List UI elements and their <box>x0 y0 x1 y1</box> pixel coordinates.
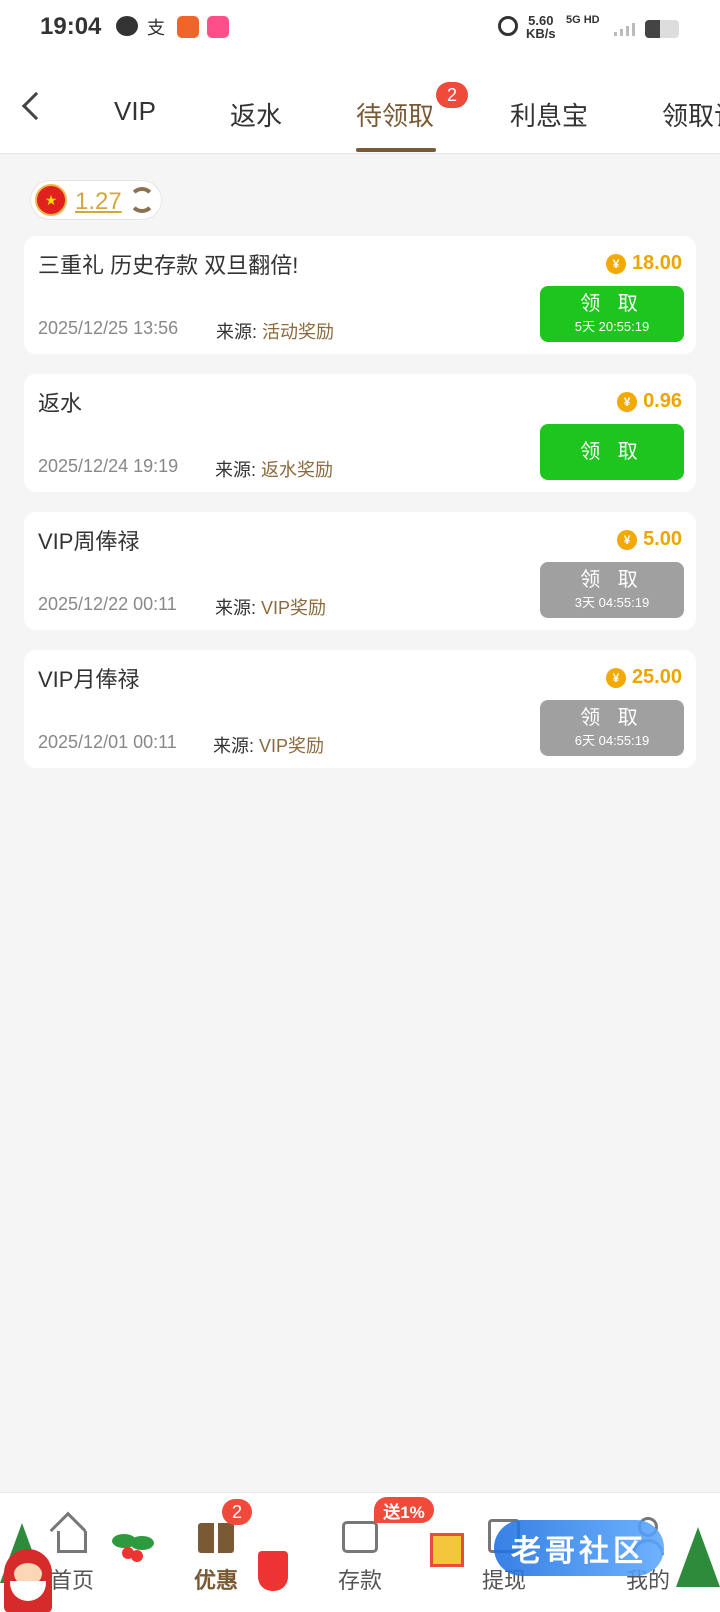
coin-icon: ¥ <box>617 391 638 412</box>
claim-countdown: 5天 20:55:19 <box>574 319 650 334</box>
reward-source-label: 来源: <box>213 736 255 756</box>
watermark-logo: 老哥社区 <box>494 1520 664 1576</box>
reward-card: 返水 ¥ 0.96 2025/12/24 19:19 来源: 返水奖励 领 取 <box>24 374 696 492</box>
reward-source-label: 来源: <box>216 322 258 342</box>
reward-date: 2025/12/22 00:11 <box>38 594 177 614</box>
coin-icon: ¥ <box>605 253 626 274</box>
reward-title: 返水 <box>38 391 83 416</box>
nav-deposit[interactable]: 存款 <box>300 1515 420 1595</box>
message-icon <box>116 16 138 36</box>
status-time: 19:04 <box>40 13 102 40</box>
refresh-icon[interactable] <box>129 187 155 213</box>
claim-button-label: 领 取 <box>580 707 644 729</box>
claim-countdown: 3天 04:55:19 <box>574 595 650 610</box>
reward-date: 2025/12/25 13:56 <box>38 318 179 338</box>
reward-date: 2025/12/24 19:19 <box>38 456 179 476</box>
alipay-icon: 支 <box>147 18 165 38</box>
tab-claim-record[interactable]: 领取记 <box>662 96 720 133</box>
reward-title: VIP月俸禄 <box>38 667 140 692</box>
tab-interest[interactable]: 利息宝 <box>510 96 588 133</box>
claim-button-label: 领 取 <box>580 293 644 315</box>
tab-rebate[interactable]: 返水 <box>230 96 282 133</box>
promotions-badge: 2 <box>222 1499 252 1525</box>
claim-countdown: 6天 04:55:19 <box>574 733 650 748</box>
reward-source: 来源: VIP奖励 <box>215 594 326 620</box>
nav-deposit-label: 存款 <box>337 1568 382 1593</box>
claim-button[interactable]: 领 取 <box>540 424 684 480</box>
signal-icon <box>614 22 635 36</box>
reward-date: 2025/12/01 00:11 <box>38 732 177 752</box>
alarm-icon <box>498 16 518 36</box>
reward-amount: ¥ 5.00 <box>617 528 682 551</box>
holly-icon <box>112 1529 154 1565</box>
network-type: 5G HD <box>566 14 600 26</box>
christmas-tree-icon-right <box>676 1527 720 1587</box>
reward-amount-value: 0.96 <box>643 390 682 412</box>
claim-button-disabled[interactable]: 领 取 3天 04:55:19 <box>540 562 684 618</box>
claim-button-disabled[interactable]: 领 取 6天 04:55:19 <box>540 700 684 756</box>
battery-icon <box>645 20 679 38</box>
reward-amount: ¥ 25.00 <box>605 666 682 689</box>
claim-button[interactable]: 领 取 5天 20:55:19 <box>540 286 684 342</box>
reward-amount-value: 5.00 <box>643 528 682 550</box>
tab-header: VIP 返水 待领取 2 利息宝 领取记 <box>0 56 720 154</box>
home-icon <box>49 1511 92 1555</box>
network-speed-unit: KB/s <box>526 26 556 41</box>
status-bar: 19:04 支 5.60 KB/s 5G HD <box>0 0 720 56</box>
battery-fill <box>645 20 661 38</box>
reward-amount-value: 25.00 <box>631 666 682 688</box>
reward-card: VIP月俸禄 ¥ 25.00 2025/12/01 00:11 来源: VIP奖… <box>24 650 696 768</box>
reward-amount: ¥ 18.00 <box>605 252 682 275</box>
claim-button-label: 领 取 <box>580 441 644 463</box>
reward-source: 来源: 返水奖励 <box>215 456 333 482</box>
balance-pill: ★ 1.27 <box>30 180 162 220</box>
reward-source-label: 来源: <box>215 460 257 480</box>
balance-value[interactable]: 1.27 <box>75 188 122 216</box>
app-notification-icon-2 <box>207 16 229 38</box>
reward-title: VIP周俸禄 <box>38 529 140 554</box>
santa-icon <box>4 1549 52 1612</box>
reward-amount: ¥ 0.96 <box>617 390 682 413</box>
reward-card: 三重礼 历史存款 双旦翻倍! ¥ 18.00 2025/12/25 13:56 … <box>24 236 696 354</box>
reward-source-value: 活动奖励 <box>262 322 335 342</box>
active-tab-indicator <box>356 148 436 152</box>
present-icon <box>430 1533 464 1567</box>
reward-source-value: 返水奖励 <box>261 460 334 480</box>
coin-icon: ¥ <box>617 529 638 550</box>
back-icon[interactable] <box>21 91 51 121</box>
reward-source: 来源: VIP奖励 <box>213 732 324 758</box>
china-flag-icon: ★ <box>35 184 67 216</box>
tab-pending[interactable]: 待领取 <box>356 96 434 133</box>
claim-button-label: 领 取 <box>580 569 644 591</box>
deposit-bonus-badge: 送1% <box>374 1497 434 1523</box>
tab-vip[interactable]: VIP <box>114 96 156 127</box>
stocking-icon <box>258 1551 288 1591</box>
reward-source-value: VIP奖励 <box>259 736 325 756</box>
coin-icon: ¥ <box>605 667 626 688</box>
app-notification-icon <box>177 16 199 38</box>
reward-amount-value: 18.00 <box>631 252 682 274</box>
pending-badge: 2 <box>436 82 468 108</box>
reward-source: 来源: 活动奖励 <box>216 318 334 344</box>
reward-card: VIP周俸禄 ¥ 5.00 2025/12/22 00:11 来源: VIP奖励… <box>24 512 696 630</box>
reward-source-label: 来源: <box>215 598 257 618</box>
network-speed: 5.60 KB/s <box>526 14 556 40</box>
reward-source-value: VIP奖励 <box>261 598 327 618</box>
reward-title: 三重礼 历史存款 双旦翻倍! <box>38 253 299 278</box>
